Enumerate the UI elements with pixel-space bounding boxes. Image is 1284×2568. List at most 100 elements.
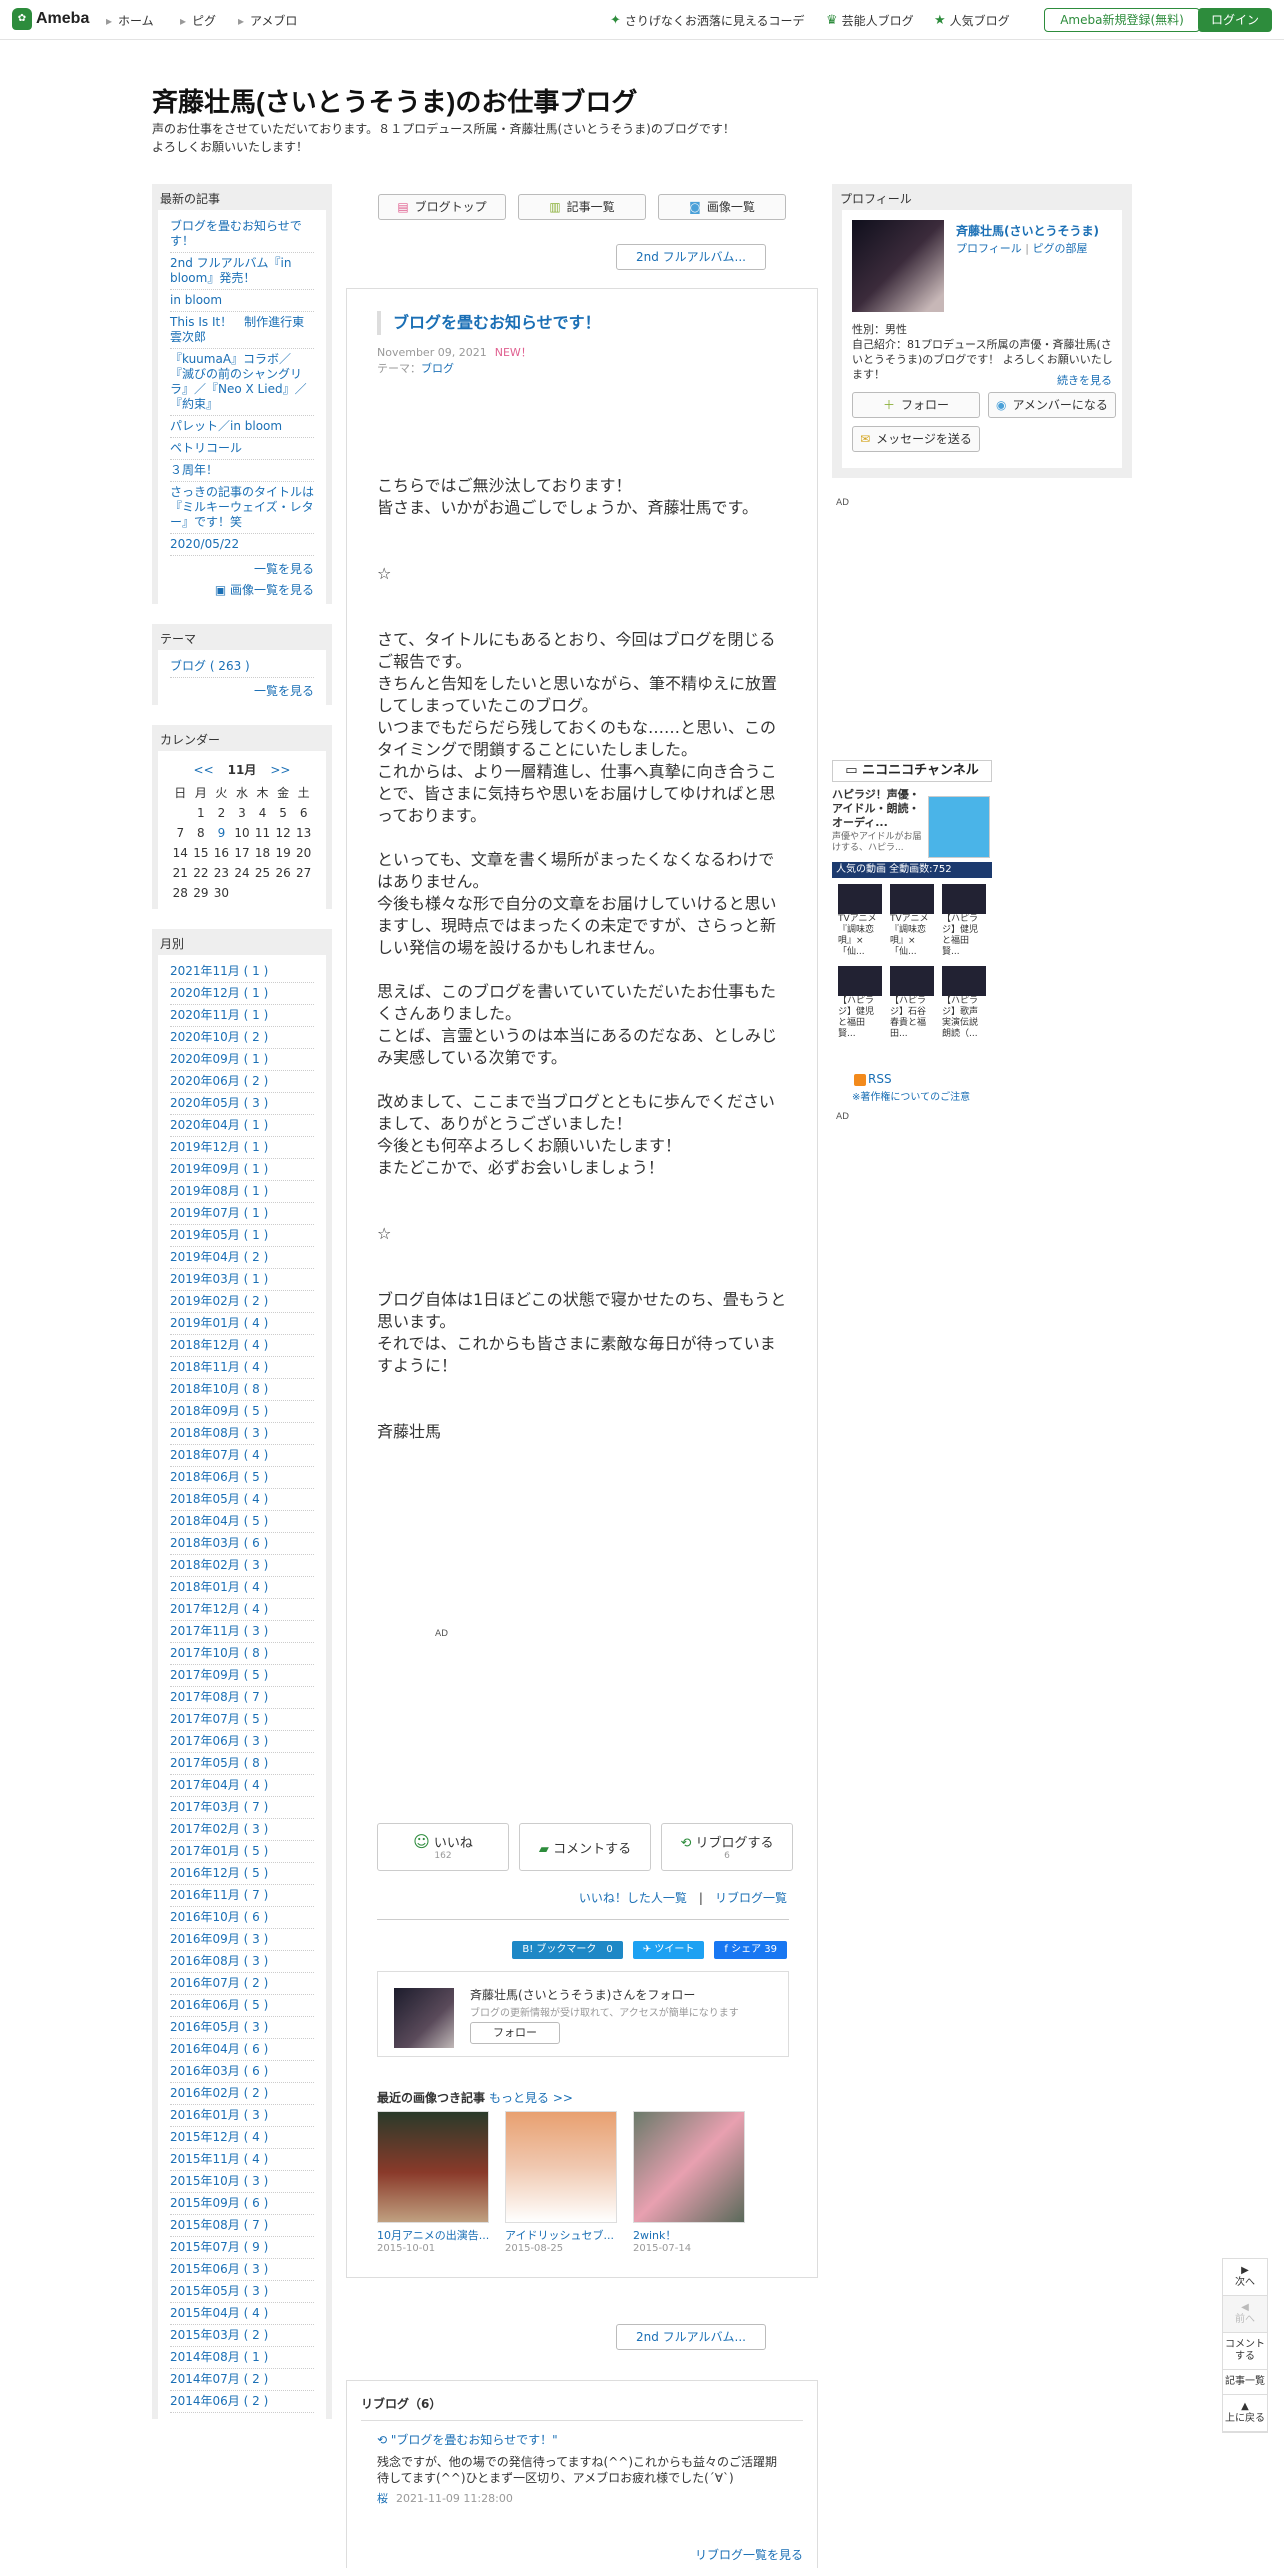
video-caption[interactable]: 【ハピラジ】健児と福田賢... [838, 996, 882, 1040]
profile-more-link[interactable]: 続きを見る [1057, 372, 1112, 388]
recent-article-link[interactable]: in bloom [170, 293, 222, 307]
tweet-button[interactable]: ✈ ツイート [632, 1941, 705, 1959]
monthly-link[interactable]: 2018年10月 ( 8 ) [170, 1382, 268, 1396]
monthly-link[interactable]: 2016年11月 ( 7 ) [170, 1888, 268, 1902]
monthly-link[interactable]: 2020年09月 ( 1 ) [170, 1052, 268, 1066]
monthly-link[interactable]: 2017年07月 ( 5 ) [170, 1712, 268, 1726]
reblog-author[interactable]: 桜 [377, 2492, 388, 2505]
next-article-button[interactable]: 2nd フルアルバム... [616, 244, 766, 270]
monthly-link[interactable]: 2016年03月 ( 6 ) [170, 2064, 268, 2078]
monthly-link[interactable]: 2019年04月 ( 2 ) [170, 1250, 268, 1264]
monthly-link[interactable]: 2019年12月 ( 1 ) [170, 1140, 268, 1154]
monthly-link[interactable]: 2016年02月 ( 2 ) [170, 2086, 268, 2100]
monthly-link[interactable]: 2020年05月 ( 3 ) [170, 1096, 268, 1110]
login-button[interactable]: ログイン [1198, 8, 1272, 32]
thumb-caption[interactable]: 2wink！ [633, 2227, 745, 2243]
facebook-share-button[interactable]: f シェア 39 [714, 1941, 787, 1959]
article-list-button[interactable]: ▥ 記事一覧 [518, 194, 646, 220]
monthly-link[interactable]: 2016年05月 ( 3 ) [170, 2020, 268, 2034]
monthly-link[interactable]: 2020年04月 ( 1 ) [170, 1118, 268, 1132]
video-caption[interactable]: 【ハピラジ】健児と福田賢... [942, 914, 986, 958]
niconico-header[interactable]: ▭ ニコニコチャンネル [832, 760, 992, 782]
reblog-button[interactable]: ⟲ リブログする 6 [661, 1823, 793, 1871]
monthly-link[interactable]: 2018年12月 ( 4 ) [170, 1338, 268, 1352]
video-thumbnail[interactable] [942, 884, 986, 914]
comment-side-button[interactable]: コメントする [1223, 2333, 1267, 2370]
profile-name[interactable]: 斉藤壮馬(さいとうそうま) [956, 222, 1099, 239]
article-list-side-button[interactable]: 記事一覧 [1223, 2370, 1267, 2395]
video-caption[interactable]: TVアニメ『調味恋唄』×「仙... [838, 914, 882, 958]
monthly-link[interactable]: 2018年05月 ( 4 ) [170, 1492, 268, 1506]
video-caption[interactable]: 【ハピラジ】歌声実演伝説 朗読（... [942, 996, 986, 1040]
monthly-link[interactable]: 2016年08月 ( 3 ) [170, 1954, 268, 1968]
monthly-link[interactable]: 2017年06月 ( 3 ) [170, 1734, 268, 1748]
video-thumbnail[interactable] [838, 884, 882, 914]
recent-article-link[interactable]: さっきの記事のタイトルは『ミルキーウェイズ・レター』です！笑 [170, 485, 314, 529]
monthly-link[interactable]: 2017年02月 ( 3 ) [170, 1822, 268, 1836]
niconico-video[interactable]: TVアニメ『調味恋唄』×「仙... [838, 884, 882, 958]
rss-link[interactable]: RSS [854, 1072, 892, 1086]
recent-more-link[interactable]: 一覧を見る [254, 562, 314, 576]
monthly-link[interactable]: 2019年08月 ( 1 ) [170, 1184, 268, 1198]
nav-pigg[interactable]: ピグ [180, 12, 216, 29]
video-thumbnail[interactable] [890, 884, 934, 914]
image-list-link[interactable]: 画像一覧を見る [230, 583, 314, 597]
monthly-link[interactable]: 2018年08月 ( 3 ) [170, 1426, 268, 1440]
monthly-link[interactable]: 2017年10月 ( 8 ) [170, 1646, 268, 1660]
monthly-link[interactable]: 2019年05月 ( 1 ) [170, 1228, 268, 1242]
message-button[interactable]: ✉ メッセージを送る [852, 426, 980, 452]
monthly-link[interactable]: 2017年11月 ( 3 ) [170, 1624, 268, 1638]
calendar-prev[interactable]: << [194, 763, 214, 777]
thumb-caption[interactable]: 10月アニメの出演告... [377, 2227, 489, 2243]
blog-title[interactable]: 斉藤壮馬(さいとうそうま)のお仕事ブログ [152, 82, 637, 119]
monthly-link[interactable]: 2015年10月 ( 3 ) [170, 2174, 268, 2188]
thumb-image[interactable] [377, 2111, 489, 2223]
nav-ameblo[interactable]: アメブロ [238, 12, 297, 29]
monthly-link[interactable]: 2015年06月 ( 3 ) [170, 2262, 268, 2276]
monthly-link[interactable]: 2017年04月 ( 4 ) [170, 1778, 268, 1792]
reblog-list-link[interactable]: リブログ一覧 [715, 1891, 787, 1905]
video-thumbnail[interactable] [942, 966, 986, 996]
monthly-link[interactable]: 2015年12月 ( 4 ) [170, 2130, 268, 2144]
pigg-room-link[interactable]: ピグの部屋 [1033, 242, 1088, 255]
blog-top-button[interactable]: ▤ ブログトップ [378, 194, 506, 220]
monthly-link[interactable]: 2018年02月 ( 3 ) [170, 1558, 268, 1572]
monthly-link[interactable]: 2018年11月 ( 4 ) [170, 1360, 268, 1374]
monthly-link[interactable]: 2017年09月 ( 5 ) [170, 1668, 268, 1682]
recent-article-link[interactable]: ペトリコール [170, 441, 242, 455]
theme-more-link[interactable]: 一覧を見る [254, 684, 314, 698]
channel-logo[interactable] [928, 796, 990, 858]
recent-article-link[interactable]: This Is It！ 制作進行東雲次郎 [170, 315, 304, 344]
monthly-link[interactable]: 2017年05月 ( 8 ) [170, 1756, 268, 1770]
article-title[interactable]: ブログを畳むお知らせです！ [377, 311, 601, 335]
reblog-more-link[interactable]: リブログ一覧を見る [695, 2546, 803, 2563]
copyright-note-link[interactable]: ※著作権についてのご注意 [852, 1088, 970, 1103]
monthly-link[interactable]: 2018年03月 ( 6 ) [170, 1536, 268, 1550]
author-avatar[interactable] [394, 1988, 454, 2048]
monthly-link[interactable]: 2014年06月 ( 2 ) [170, 2394, 268, 2408]
monthly-link[interactable]: 2019年02月 ( 2 ) [170, 1294, 268, 1308]
thumb-item[interactable]: 10月アニメの出演告... 2015-10-01 [377, 2111, 489, 2254]
monthly-link[interactable]: 2015年09月 ( 6 ) [170, 2196, 268, 2210]
next-article-button-bottom[interactable]: 2nd フルアルバム... [616, 2324, 766, 2350]
monthly-link[interactable]: 2017年03月 ( 7 ) [170, 1800, 268, 1814]
nav-home[interactable]: ホーム [106, 12, 154, 29]
monthly-link[interactable]: 2020年12月 ( 1 ) [170, 986, 268, 1000]
comment-button[interactable]: ▰ コメントする [519, 1823, 651, 1871]
recent-article-link[interactable]: パレット／in bloom [170, 419, 282, 433]
thumb-caption[interactable]: アイドリッシュセブ... [505, 2227, 617, 2243]
nav-coordinate[interactable]: ✦ さりげなくお洒落に見えるコーデ [610, 12, 805, 29]
liked-by-link[interactable]: いいね！した人一覧 [579, 1891, 687, 1905]
monthly-link[interactable]: 2016年10月 ( 6 ) [170, 1910, 268, 1924]
recent-article-link[interactable]: 『kuumaA』コラボ／『滅びの前のシャングリラ』／『Neo X Lied』／『… [170, 352, 307, 411]
reblog-entry-title[interactable]: "ブログを畳むお知らせです！" [391, 2433, 558, 2447]
article-theme-link[interactable]: ブログ [421, 362, 454, 375]
monthly-link[interactable]: 2020年06月 ( 2 ) [170, 1074, 268, 1088]
monthly-link[interactable]: 2017年01月 ( 5 ) [170, 1844, 268, 1858]
monthly-link[interactable]: 2018年01月 ( 4 ) [170, 1580, 268, 1594]
profile-image[interactable] [852, 220, 944, 312]
monthly-link[interactable]: 2015年05月 ( 3 ) [170, 2284, 268, 2298]
monthly-link[interactable]: 2016年09月 ( 3 ) [170, 1932, 268, 1946]
video-caption[interactable]: 【ハピラジ】石谷春貴と福田... [890, 996, 934, 1040]
recent-article-link[interactable]: 2nd フルアルバム『in bloom』発売！ [170, 256, 292, 285]
